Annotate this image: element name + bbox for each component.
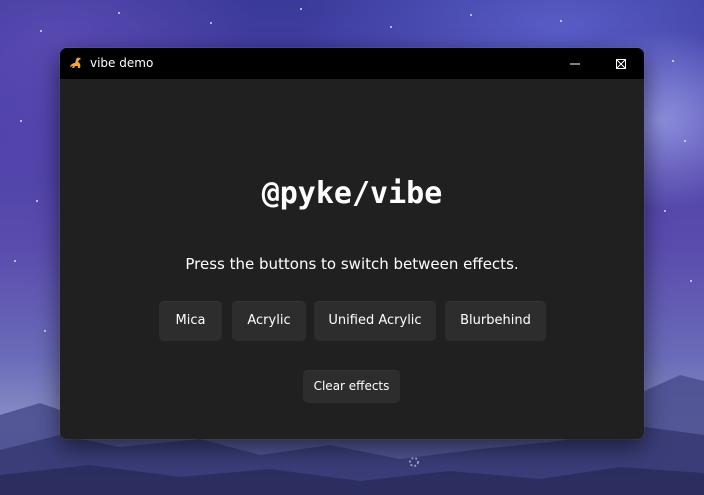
star: [560, 20, 562, 22]
star: [672, 60, 674, 62]
window-title: vibe demo: [90, 56, 154, 70]
close-button[interactable]: [598, 48, 644, 79]
star: [300, 8, 302, 10]
mica-button[interactable]: Mica: [159, 301, 222, 341]
star: [664, 210, 666, 212]
title-bar[interactable]: vibe demo: [60, 48, 644, 79]
star: [14, 260, 16, 262]
star: [390, 26, 392, 28]
instructions-text: Press the buttons to switch between effe…: [185, 255, 519, 273]
dinosaur-icon: [70, 57, 81, 68]
app-window: vibe demo @pyke/vibe Press the buttons t…: [60, 48, 644, 439]
blurbehind-button[interactable]: Blurbehind: [445, 301, 546, 341]
star: [470, 14, 472, 16]
star: [20, 120, 22, 122]
star: [690, 280, 692, 282]
clear-effects-button[interactable]: Clear effects: [303, 370, 400, 403]
page-heading: @pyke/vibe: [261, 176, 443, 211]
star: [44, 330, 46, 332]
star: [36, 200, 38, 202]
acrylic-button[interactable]: Acrylic: [232, 301, 306, 341]
loading-spinner-icon: [409, 457, 419, 467]
minimize-icon: [570, 63, 580, 64]
unified-acrylic-button[interactable]: Unified Acrylic: [314, 301, 436, 341]
star: [40, 30, 42, 32]
star: [118, 12, 120, 14]
main-content: @pyke/vibe Press the buttons to switch b…: [60, 79, 644, 439]
minimize-button[interactable]: [552, 48, 598, 79]
close-icon: [616, 58, 626, 69]
star: [684, 140, 686, 142]
star: [210, 22, 212, 24]
